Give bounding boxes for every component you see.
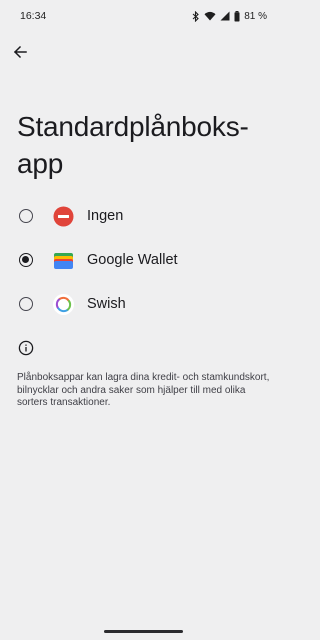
- battery-percent: 81 %: [244, 10, 267, 22]
- wallet-options-list: Ingen Google Wallet Swish: [0, 194, 287, 326]
- back-button[interactable]: [6, 38, 34, 66]
- status-icons: 81 %: [192, 9, 267, 23]
- info-description: Plånboksappar kan lagra dina kredit- och…: [17, 372, 270, 408]
- no-entry-icon: [53, 206, 74, 226]
- bluetooth-icon: [192, 10, 200, 22]
- arrow-back-icon: [13, 45, 27, 59]
- option-ingen[interactable]: Ingen: [0, 194, 287, 238]
- home-indicator[interactable]: [104, 630, 183, 633]
- radio-button[interactable]: [19, 209, 33, 223]
- wifi-icon: [204, 11, 216, 21]
- battery-icon: [234, 10, 240, 21]
- info-icon: [18, 340, 34, 356]
- status-time: 16:34: [20, 10, 47, 22]
- signal-icon: [220, 11, 230, 21]
- status-bar: 16:34 81 %: [0, 0, 287, 32]
- google-wallet-icon: [54, 252, 73, 269]
- option-label: Ingen: [87, 208, 124, 224]
- radio-button-selected[interactable]: [19, 253, 33, 267]
- swish-icon: [53, 293, 74, 315]
- option-label: Swish: [87, 296, 126, 312]
- option-swish[interactable]: Swish: [0, 282, 287, 326]
- page-title: Standardplånboks-app: [17, 111, 249, 179]
- radio-button[interactable]: [19, 297, 33, 311]
- option-label: Google Wallet: [87, 252, 178, 268]
- option-google-wallet[interactable]: Google Wallet: [0, 238, 287, 282]
